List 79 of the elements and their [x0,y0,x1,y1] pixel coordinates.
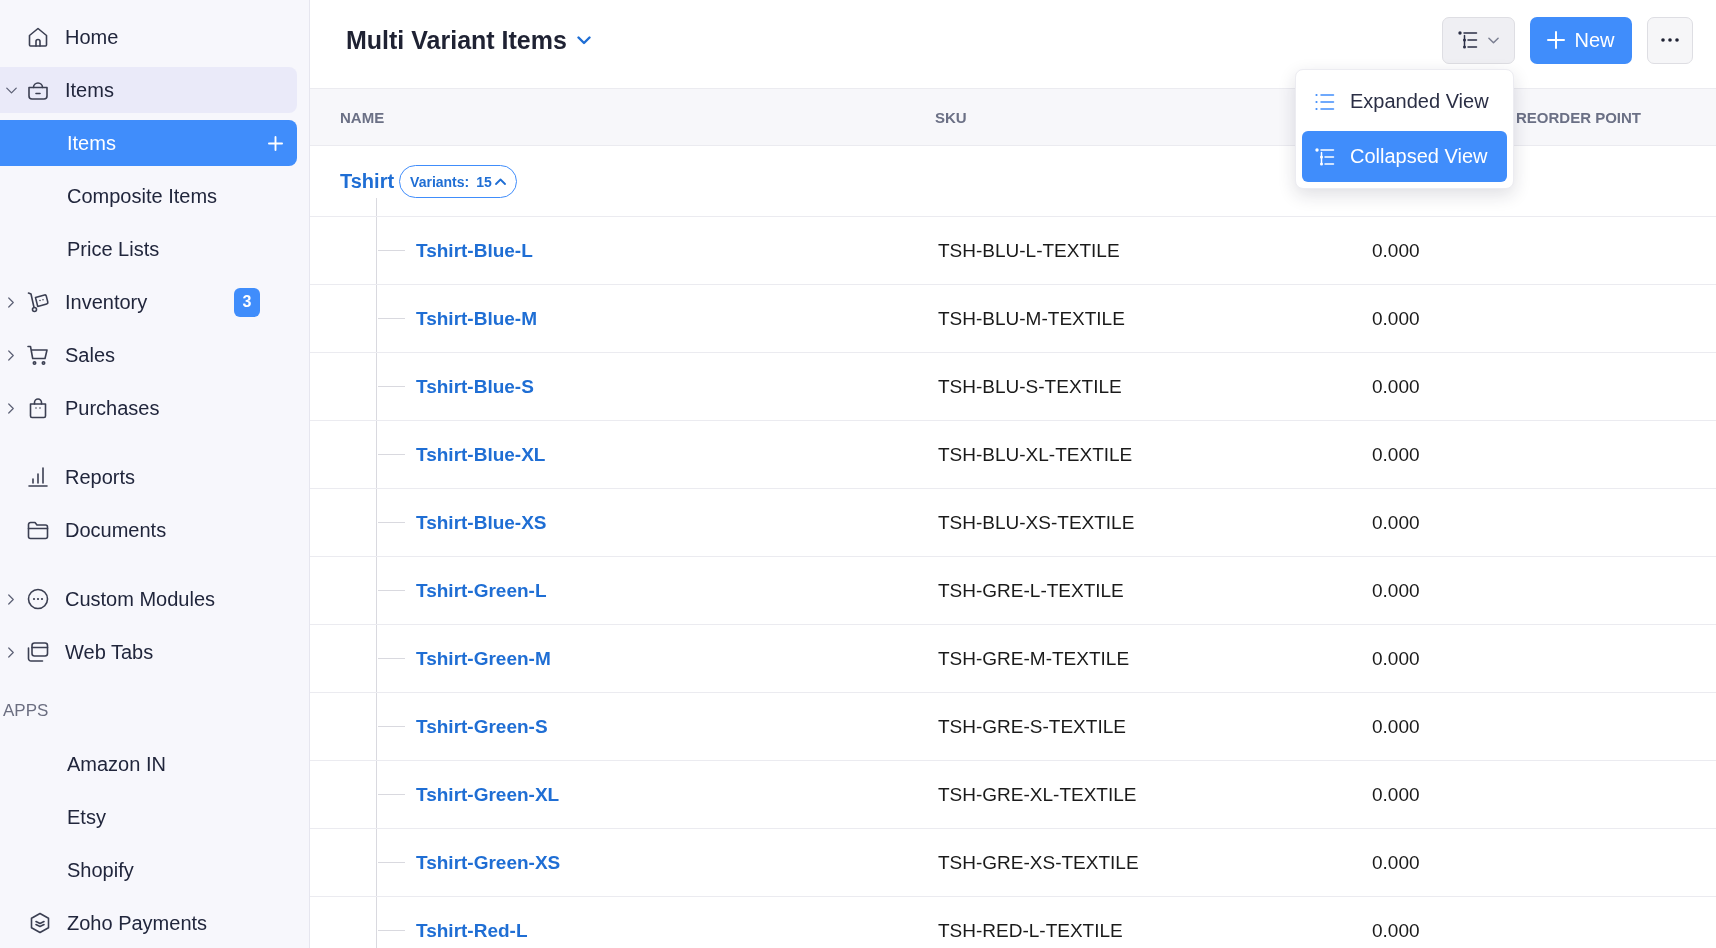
table-cell: 0.000 [1372,239,1420,262]
table-cell: 0.000 [1372,375,1420,398]
view-selector-button[interactable]: Multi Variant Items [346,25,591,55]
item-link[interactable]: Tshirt-Green-L [416,579,547,602]
chevron-down-icon [1488,36,1499,44]
sidebar-item[interactable]: Reports [0,454,297,500]
column-header: NAME [339,108,386,126]
sidebar-item[interactable]: Shopify [0,847,297,893]
count-badge: 3 [234,287,260,317]
item-link[interactable]: Tshirt-Blue-M [416,307,538,330]
table-cell: TSH-BLU-S-TEXTILE [938,375,1122,398]
table-cell: TSH-GRE-XS-TEXTILE [938,851,1139,874]
add-icon[interactable] [268,135,283,151]
table-cell: TSH-GRE-M-TEXTILE [938,647,1130,670]
list-icon [1315,92,1335,111]
table-cell: TSH-BLU-XL-TEXTILE [938,443,1133,466]
chevron-right-icon[interactable] [8,646,14,658]
variants-toggle[interactable]: Variants: 15 [399,165,517,198]
table-cell: TSH-GRE-L-TEXTILE [938,579,1124,602]
chevron-down-icon[interactable] [5,86,17,94]
table-cell: 0.000 [1372,511,1420,534]
item-link[interactable]: Tshirt-Blue-S [416,375,534,398]
table-cell: TSH-BLU-M-TEXTILE [938,307,1125,330]
section-heading: APPS [2,700,50,722]
table-cell: TSH-BLU-L-TEXTILE [938,239,1120,262]
table-cell: 0.000 [1372,307,1420,330]
sidebar-item[interactable]: Price Lists [0,226,297,272]
column-header: SKU [935,108,968,126]
item-link[interactable]: Tshirt-Green-XS [416,851,561,874]
more-icon [1661,38,1679,42]
sidebar-item[interactable]: Custom Modules [0,576,297,622]
chevron-right-icon[interactable] [8,593,14,605]
menu-item[interactable]: Expanded View [1302,76,1507,127]
sidebar-item[interactable]: Purchases [0,385,297,431]
item-link[interactable]: Tshirt-Blue-XS [416,511,547,534]
chevron-right-icon[interactable] [8,296,14,308]
table-cell: 0.000 [1372,443,1420,466]
sidebar-item[interactable]: Composite Items [0,173,297,219]
item-link[interactable]: Tshirt-Blue-XL [416,443,546,466]
view-toggle-button[interactable] [1442,16,1515,64]
table-cell: TSH-RED-L-TEXTILE [938,919,1123,942]
sidebar-item[interactable]: Sales [0,332,297,378]
chevron-right-icon[interactable] [8,349,14,361]
table-cell: TSH-GRE-S-TEXTILE [938,715,1126,738]
table-cell: 0.000 [1372,715,1420,738]
item-link[interactable]: Tshirt-Green-S [416,715,548,738]
hexagon-icon [28,911,52,935]
table-cell: TSH-BLU-XS-TEXTILE [938,511,1135,534]
item-link[interactable]: Tshirt-Green-XL [416,783,560,806]
sidebar-item[interactable]: Amazon IN [0,741,297,787]
sidebar-item[interactable]: Home [0,14,297,60]
table-cell: 0.000 [1372,919,1420,942]
chevron-right-icon[interactable] [8,402,14,414]
sidebar-item[interactable]: Web Tabs [0,629,297,675]
bar-chart-icon [26,465,50,489]
home-icon [26,25,50,49]
sidebar-item[interactable]: Items [0,67,297,113]
hand-truck-icon [26,290,50,314]
chevron-down-icon [576,35,591,45]
column-header: REORDER POINT [1516,108,1642,126]
tree-list-icon [1458,31,1478,49]
item-link[interactable]: Tshirt [340,170,395,193]
plus-icon [1547,31,1566,49]
table-cell: TSH-GRE-XL-TEXTILE [938,783,1137,806]
sidebar-item[interactable]: Zoho Payments [0,900,297,946]
item-link[interactable]: Tshirt-Green-M [416,647,551,670]
sidebar-item[interactable]: Etsy [0,794,297,840]
item-link[interactable]: Tshirt-Red-L [416,919,528,942]
cart-icon [26,343,50,367]
table-cell: 0.000 [1372,783,1420,806]
tree-list-icon [1315,147,1335,166]
table-cell: 0.000 [1372,851,1420,874]
table-cell: 0.000 [1372,647,1420,670]
item-link[interactable]: Tshirt-Blue-L [416,239,533,262]
table-cell: 0.000 [1372,579,1420,602]
stacked-windows-icon [26,640,50,664]
sidebar-item[interactable]: Inventory 3 [0,279,297,325]
sidebar-item[interactable]: Documents [0,507,297,553]
ellipsis-circle-icon [26,587,50,611]
